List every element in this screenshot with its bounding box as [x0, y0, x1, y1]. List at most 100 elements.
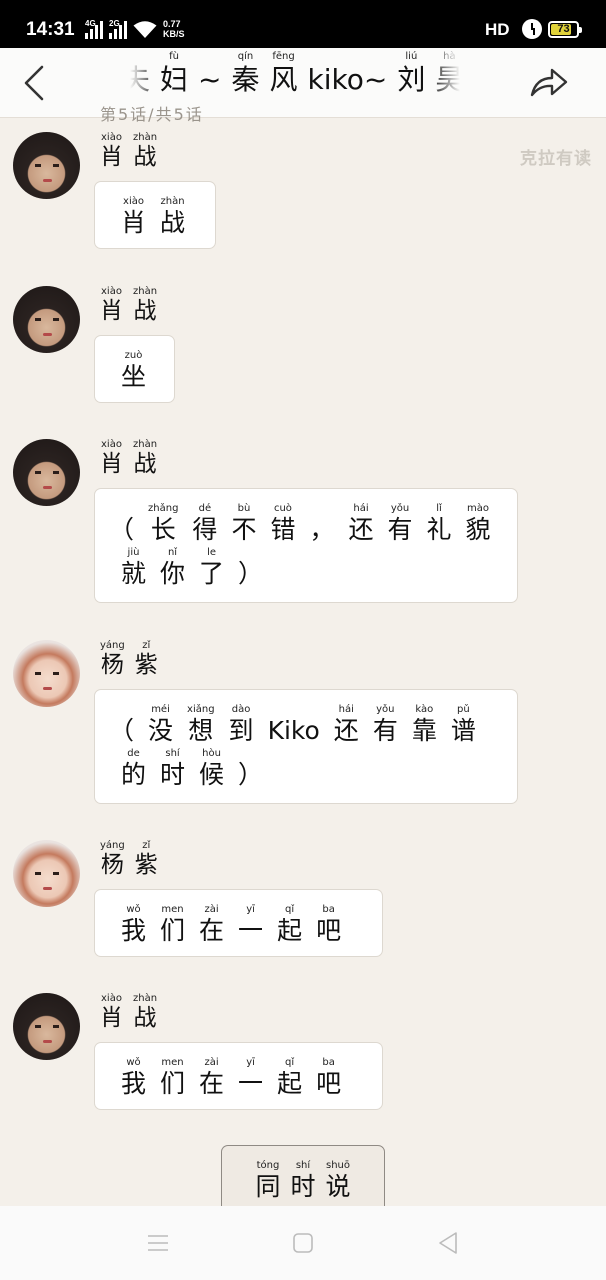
ruby-char: qǐ 起	[277, 904, 302, 946]
hanzi: 战	[160, 208, 186, 237]
pinyin: zǐ	[142, 840, 151, 851]
ruby-char: yǒu 有	[388, 503, 413, 545]
hanzi: 时	[290, 1172, 316, 1201]
pinyin: zhàn	[133, 439, 158, 450]
avatar-eyes	[35, 672, 59, 675]
hanzi: ，	[309, 515, 335, 544]
ruby-char: 夫	[130, 51, 150, 97]
hanzi: 起	[277, 916, 303, 945]
hanzi: 战	[133, 144, 157, 170]
pinyin: hái	[353, 503, 369, 514]
ruby-char: Kiko	[268, 704, 320, 746]
hanzi: 想	[188, 716, 214, 745]
pinyin: de	[127, 748, 140, 759]
pinyin: jiù	[127, 547, 140, 558]
ruby-char: zhàn 战	[133, 286, 157, 324]
hanzi: 谱	[450, 716, 476, 745]
ruby-char: zài 在	[199, 1057, 224, 1099]
hanzi: 们	[160, 1069, 186, 1098]
ruby-char: wǒ 我	[121, 1057, 146, 1099]
ruby-char: xiào 肖	[100, 286, 123, 324]
hanzi: 还	[348, 515, 374, 544]
ruby-char: xiào 肖	[100, 439, 123, 477]
hanzi: 一	[238, 1069, 264, 1098]
hanzi: 肖	[100, 298, 123, 324]
pinyin: tóng	[256, 1160, 280, 1171]
pinyin: pǔ	[457, 704, 470, 715]
status-bar: 14:31 4G 2G 0.77 KB/S HD 73	[0, 0, 606, 48]
pinyin: yáng	[100, 840, 125, 851]
avatar[interactable]	[13, 132, 80, 199]
hanzi: 不	[231, 515, 257, 544]
pinyin: nǐ	[167, 547, 178, 558]
avatar-eyes	[35, 872, 59, 875]
avatar-mouth	[43, 179, 52, 182]
option-button[interactable]: tóng 同 shí 时 shuō 说	[221, 1145, 385, 1207]
hanzi: ）	[238, 559, 264, 588]
ruby-char: yáng 杨	[100, 840, 125, 878]
chapter-header: 夫 fù 妇 ~ qín 秦 fēng 风 kiko~ liú 刘 hà 昊 第5话/共5话	[0, 48, 606, 124]
hanzi: 秦	[231, 63, 260, 96]
back-arrow-icon[interactable]	[20, 64, 48, 102]
menu-icon[interactable]	[146, 1231, 170, 1255]
network-type-1: 4G	[85, 19, 96, 28]
avatar-eyes	[35, 318, 59, 321]
message-line: zuò 坐	[95, 336, 174, 392]
hanzi: 礼	[426, 515, 452, 544]
hanzi: 紫	[134, 652, 158, 678]
network-speed: 0.77 KB/S	[163, 19, 185, 39]
hanzi: 肖	[100, 1005, 123, 1031]
message-bubble: （ méi 没 xiǎng 想 dào 到 Kiko hái 还 yǒu 有 kào 靠 pǔ 谱 de 的 shí…	[94, 689, 518, 804]
home-icon[interactable]	[291, 1231, 315, 1255]
ruby-char: liú 刘	[397, 51, 425, 97]
avatar[interactable]	[13, 640, 80, 707]
pinyin: hòu	[202, 748, 221, 759]
avatar[interactable]	[13, 993, 80, 1060]
avatar-mouth	[43, 486, 52, 489]
ruby-char: de 的	[121, 748, 146, 790]
avatar[interactable]	[13, 286, 80, 353]
ruby-char: fēng 风	[270, 51, 298, 97]
ruby-char: pǔ 谱	[451, 704, 476, 746]
avatar-mouth	[43, 333, 52, 336]
ruby-char: men 们	[160, 904, 185, 946]
hanzi: 战	[133, 451, 157, 477]
message-line: （ zhǎng 长 dé 得 bù 不 cuò 错 ， hái 还 yǒu 有 lǐ 礼 mào 貌	[95, 489, 517, 545]
hanzi: 紫	[134, 852, 158, 878]
hanzi: 妇	[160, 63, 189, 96]
ruby-char: lǐ 礼	[427, 503, 452, 545]
speaker-name: xiào 肖 zhàn 战	[100, 993, 157, 1031]
ruby-char: ba 吧	[316, 904, 341, 946]
hanzi: 吧	[316, 1069, 342, 1098]
pinyin: men	[161, 1057, 184, 1068]
ruby-char: kào 靠	[412, 704, 437, 746]
ruby-char: zǐ 紫	[135, 640, 158, 678]
pinyin: lǐ	[436, 503, 442, 514]
hanzi: 到	[228, 716, 254, 745]
back-icon[interactable]	[436, 1231, 460, 1255]
speed-value: 0.77	[163, 19, 181, 29]
hanzi: 们	[160, 916, 186, 945]
hanzi: 我	[121, 1069, 147, 1098]
avatar[interactable]	[13, 840, 80, 907]
pinyin: zài	[204, 1057, 219, 1068]
hanzi: 一	[238, 916, 264, 945]
avatar[interactable]	[13, 439, 80, 506]
battery-icon: 73	[548, 21, 582, 38]
hanzi: 还	[333, 716, 359, 745]
pinyin: yǒu	[390, 503, 410, 514]
chapter-subtitle: 第5话/共5话	[100, 105, 204, 124]
ruby-char: shuō 说	[326, 1160, 351, 1202]
pinyin: wǒ	[126, 1057, 141, 1068]
ruby-char: zhǎng 长	[148, 503, 178, 545]
hanzi: 刘	[397, 63, 426, 96]
hanzi: 昊	[435, 63, 460, 96]
share-icon[interactable]	[528, 66, 570, 100]
ruby-char: mào 貌	[466, 503, 491, 545]
hanzi: 有	[372, 716, 398, 745]
pinyin: yǒu	[376, 704, 395, 715]
watermark: 克拉有读	[520, 149, 592, 169]
ruby-char: yáng 杨	[100, 640, 125, 678]
message-line: wǒ 我 men 们 zài 在 yī 一 qǐ 起 ba 吧	[95, 1043, 382, 1099]
pinyin: xiǎng	[187, 704, 215, 715]
